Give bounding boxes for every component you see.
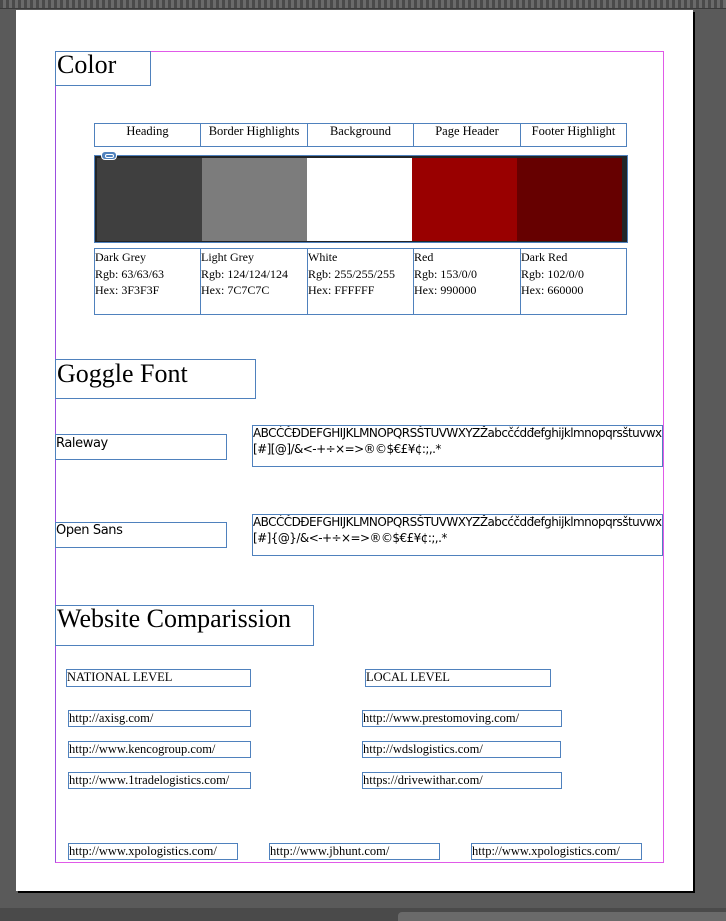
role-background[interactable]: Background (308, 123, 414, 147)
local-level-label[interactable]: LOCAL LEVEL (365, 669, 551, 687)
color-hex: Hex: FFFFFF (308, 283, 375, 297)
color-hex: Hex: 7C7C7C (201, 283, 270, 297)
national-url[interactable]: http://www.1tradelogistics.com/ (68, 772, 251, 789)
bottom-url[interactable]: http://www.xpologistics.com/ (68, 843, 238, 860)
font-name-open-sans[interactable]: Open Sans (55, 522, 227, 548)
color-rgb: Rgb: 102/0/0 (521, 266, 585, 281)
color-rgb: Rgb: 153/0/0 (414, 266, 478, 281)
swatch-white (307, 158, 412, 241)
color-hex: Hex: 990000 (414, 283, 477, 297)
color-name: Dark Grey (95, 250, 146, 264)
bottom-url[interactable]: http://www.jbhunt.com/ (269, 843, 440, 860)
swatch-light-grey (202, 158, 307, 241)
swatch-red (412, 158, 517, 241)
role-page-header[interactable]: Page Header (414, 123, 521, 147)
color-rgb: Rgb: 255/255/255 (308, 266, 396, 281)
color-name: Red (414, 250, 434, 264)
font-sample-raleway[interactable]: ABCĆČĐDEFGHIJKLMNOPQRSŠTUVWXYZŽabcčćdđef… (252, 425, 663, 467)
color-info-cell[interactable]: White Rgb: 255/255/255 Hex: FFFFFF (308, 248, 414, 315)
swatch-dark-grey (97, 158, 202, 241)
swatch-dark-red (517, 158, 622, 241)
color-info-row: Dark Grey Rgb: 63/63/63 Hex: 3F3F3F Ligh… (94, 248, 627, 315)
horizontal-scrollbar[interactable] (398, 912, 726, 921)
local-url[interactable]: http://www.prestomoving.com/ (362, 710, 562, 727)
local-url[interactable]: http://wdslogistics.com/ (362, 741, 561, 758)
color-info-cell[interactable]: Light Grey Rgb: 124/124/124 Hex: 7C7C7C (201, 248, 308, 315)
role-footer-highlight[interactable]: Footer Highlight (521, 123, 627, 147)
font-name-raleway[interactable]: Raleway (55, 434, 227, 460)
color-rgb: Rgb: 63/63/63 (95, 266, 165, 281)
national-level-label[interactable]: NATIONAL LEVEL (66, 669, 251, 687)
color-name: Light Grey (201, 250, 254, 264)
bottom-url[interactable]: http://www.xpologistics.com/ (471, 843, 642, 860)
local-url[interactable]: https://drivewithar.com/ (362, 772, 562, 789)
status-bar (0, 908, 726, 921)
color-info-cell[interactable]: Dark Red Rgb: 102/0/0 Hex: 660000 (521, 248, 627, 315)
color-info-cell[interactable]: Dark Grey Rgb: 63/63/63 Hex: 3F3F3F (94, 248, 201, 315)
website-heading[interactable]: Website Comparission (55, 605, 314, 646)
color-rgb: Rgb: 124/124/124 (201, 266, 289, 281)
color-heading[interactable]: Color (55, 51, 151, 86)
color-name: White (308, 250, 338, 264)
role-border-highlights[interactable]: Border Highlights (201, 123, 308, 147)
color-roles-row: Heading Border Highlights Background Pag… (94, 123, 627, 147)
role-heading[interactable]: Heading (94, 123, 201, 147)
link-icon[interactable] (101, 151, 117, 160)
color-hex: Hex: 660000 (521, 283, 584, 297)
color-hex: Hex: 3F3F3F (95, 283, 160, 297)
font-heading[interactable]: Goggle Font (55, 359, 256, 399)
color-info-cell[interactable]: Red Rgb: 153/0/0 Hex: 990000 (414, 248, 521, 315)
font-sample-open-sans[interactable]: ABCĆČDĐEFGHIJKLMNOPQRSŠTUVWXYZŽabcćčdđef… (252, 514, 663, 556)
top-ruler (0, 0, 726, 9)
color-swatch-image[interactable] (94, 155, 628, 243)
national-url[interactable]: http://www.kencogroup.com/ (68, 741, 251, 758)
color-name: Dark Red (521, 250, 568, 264)
national-url[interactable]: http://axisg.com/ (68, 710, 251, 727)
